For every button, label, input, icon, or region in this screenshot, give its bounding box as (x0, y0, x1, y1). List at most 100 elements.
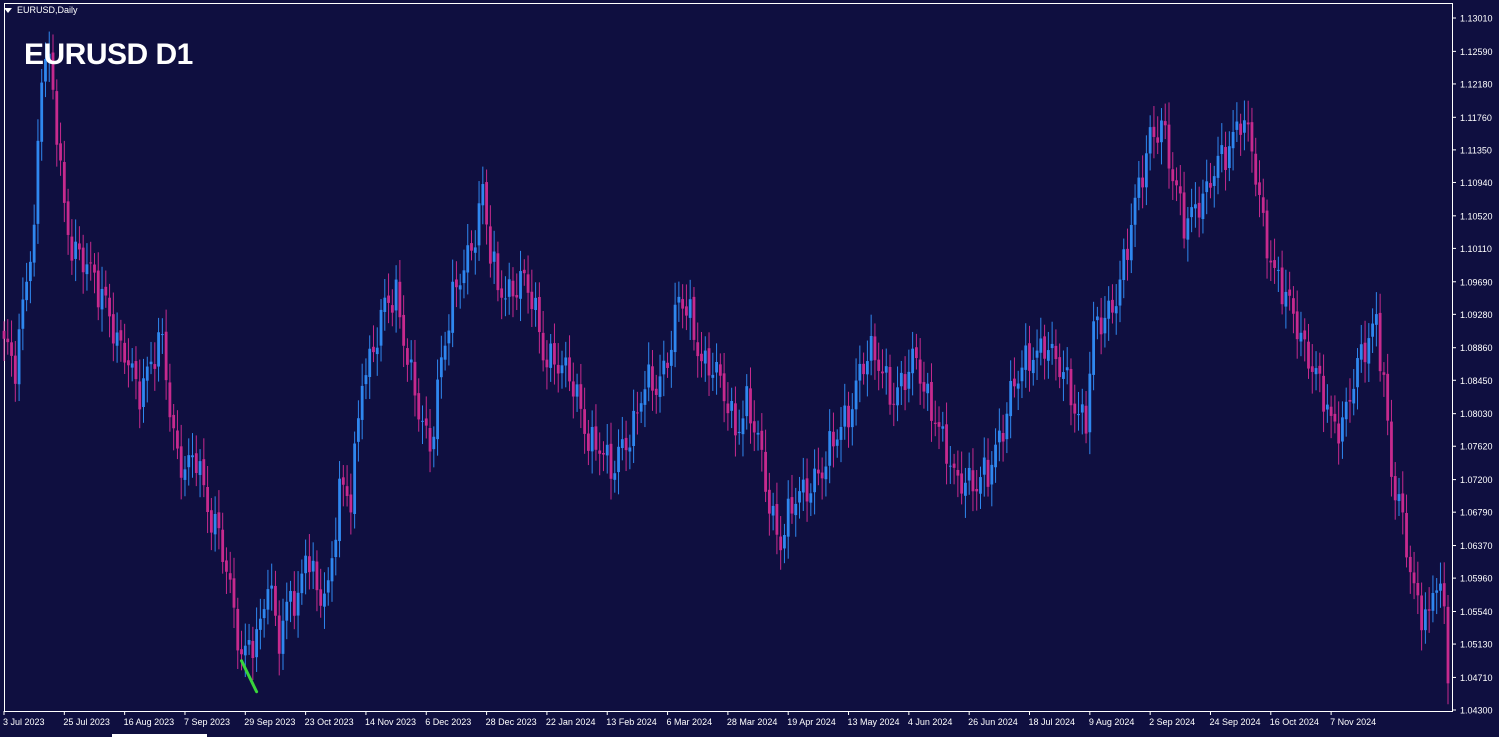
y-tick-label: 1.11350 (1460, 145, 1492, 155)
candle-body (504, 298, 507, 300)
y-tick-label: 1.12180 (1460, 79, 1493, 89)
candle-body (726, 403, 730, 414)
candle-body (564, 357, 568, 366)
candle-body (1227, 146, 1231, 169)
candle-body (519, 271, 522, 299)
candle-body (138, 381, 142, 410)
candle-body (1144, 153, 1148, 188)
candle-body (36, 140, 40, 224)
dropdown-triangle-icon[interactable] (4, 7, 12, 13)
candle-body (304, 555, 308, 574)
candle-body (379, 309, 383, 346)
candle-body (1273, 260, 1276, 268)
candle-body (1442, 583, 1446, 607)
candle-body (21, 299, 25, 329)
candle-body (1171, 169, 1175, 182)
candle-body (334, 539, 338, 558)
candle-body (771, 505, 775, 516)
candle-body (1024, 345, 1028, 370)
candle-body (703, 350, 707, 364)
candle-body (568, 357, 571, 382)
candle-body (1209, 182, 1212, 188)
candle-body (1175, 180, 1178, 186)
candle-body (85, 264, 89, 275)
candle-body (899, 372, 903, 387)
candle-body (1178, 186, 1182, 194)
candle-body (1231, 131, 1235, 149)
x-tick-label: 25 Jul 2023 (63, 717, 110, 727)
candle-body (191, 455, 194, 458)
candle-body (1114, 306, 1118, 314)
candle-body (1325, 404, 1329, 410)
candle-body (274, 585, 277, 616)
y-tick-label: 1.10940 (1460, 178, 1493, 188)
candle-body (975, 488, 979, 492)
candle-body (1239, 123, 1243, 135)
candle-body (62, 162, 66, 203)
candle-body (17, 329, 21, 385)
x-tick-label: 13 Feb 2024 (606, 717, 657, 727)
candle-body (258, 618, 262, 630)
candle-body (255, 629, 259, 658)
candle-body (786, 498, 790, 537)
candle-body (2, 330, 6, 339)
candle-body (598, 450, 602, 454)
candle-body (892, 403, 896, 405)
candle-body (1359, 344, 1363, 360)
candle-body (240, 649, 243, 655)
candle-body (960, 473, 964, 494)
candle-body (745, 386, 749, 417)
candle-body (590, 426, 594, 452)
candle-body (1243, 120, 1246, 133)
candle-body (1182, 192, 1186, 239)
candle-body (59, 143, 62, 161)
candle-body (1393, 476, 1397, 501)
candle-body (654, 388, 658, 395)
candle-body (922, 382, 926, 392)
candle-body (979, 477, 982, 494)
candle-body (115, 332, 119, 346)
candle-body (1423, 609, 1427, 631)
candle-body (1137, 177, 1141, 198)
y-tick-label: 1.04710 (1460, 673, 1493, 683)
candle-body (202, 459, 206, 486)
symbol-period-label[interactable]: EURUSD,Daily (4, 3, 78, 17)
chart-area[interactable]: 1.13010 1.12590 1.12180 1.11760 1.11350 1.109… (0, 0, 1499, 737)
candle-body (997, 430, 1001, 443)
candle-body (485, 182, 488, 225)
candle-body (134, 361, 138, 380)
candle-body (500, 288, 504, 298)
candle-body (78, 243, 81, 250)
candle-body (858, 363, 862, 381)
candle-body (1307, 341, 1310, 369)
candle-body (1069, 368, 1073, 406)
candle-body (319, 589, 323, 606)
candle-body (843, 405, 847, 427)
candle-body (225, 560, 228, 572)
candle-body (948, 465, 952, 467)
x-tick-label: 28 Mar 2024 (727, 717, 778, 727)
candle-body (1333, 413, 1337, 422)
candle-body (1013, 378, 1016, 387)
candle-body (971, 470, 975, 492)
candle-body (1446, 606, 1450, 684)
y-tick-label: 1.09690 (1460, 277, 1493, 287)
candle-body (896, 387, 899, 406)
candle-body (1092, 321, 1095, 375)
candle-body (918, 359, 922, 384)
x-tick-label: 26 Jun 2024 (968, 717, 1018, 727)
candle-body (341, 477, 345, 485)
candle-body (586, 433, 590, 451)
candle-body (1058, 357, 1062, 378)
candle-body (247, 640, 251, 645)
candle-body (307, 556, 311, 573)
candle-body (1405, 512, 1408, 558)
candle-body (353, 443, 357, 514)
candle-body (1284, 291, 1288, 307)
candle-body (127, 360, 130, 366)
candle-body (383, 297, 387, 312)
candle-body (402, 314, 406, 346)
candle-body (677, 296, 681, 303)
candle-body (926, 383, 930, 394)
candle-body (13, 355, 17, 384)
